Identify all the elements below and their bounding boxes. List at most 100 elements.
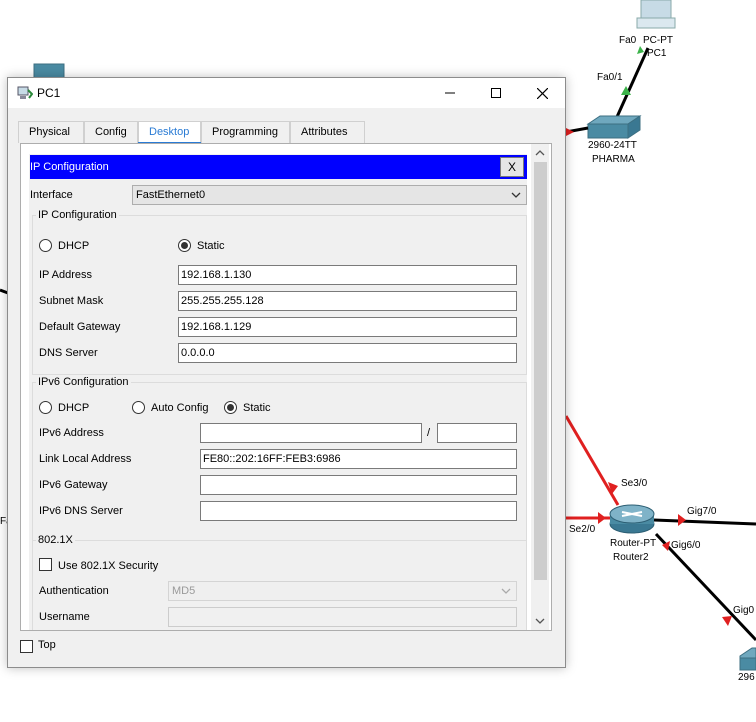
port-label-se30: Se3/0 — [621, 478, 648, 489]
authentication-select[interactable]: MD5 — [168, 581, 517, 601]
top-checkbox[interactable] — [20, 640, 33, 653]
ipv6-dns-server-input[interactable] — [200, 501, 517, 521]
tab-programming[interactable]: Programming — [201, 121, 290, 143]
tab-label: Config — [95, 126, 127, 138]
ipv4-dhcp-label: DHCP — [58, 240, 90, 252]
router-name-label: Router2 — [613, 552, 649, 563]
device-fragment-icon — [33, 63, 65, 79]
minimize-button[interactable] — [427, 78, 473, 108]
default-gateway-label: Default Gateway — [39, 321, 121, 333]
ipv6-static-radio[interactable] — [224, 401, 237, 414]
maximize-icon — [491, 88, 501, 98]
switch-name-label: PHARMA — [592, 154, 635, 165]
chevron-down-icon — [501, 588, 511, 594]
interface-label: Interface — [30, 189, 73, 201]
dns-server-input[interactable]: 0.0.0.0 — [178, 343, 517, 363]
ipv6-dhcp-label: DHCP — [58, 402, 90, 414]
ip-configuration-panel: IP Configuration X Interface FastEtherne… — [29, 154, 527, 630]
scroll-up-icon[interactable] — [535, 148, 545, 158]
ipv6-dns-server-label: IPv6 DNS Server — [39, 505, 123, 517]
ipv6-gateway-input[interactable] — [200, 475, 517, 495]
scroll-down-icon[interactable] — [535, 616, 545, 626]
tab-label: Desktop — [149, 126, 190, 138]
username-input[interactable] — [168, 607, 517, 627]
desktop-content: IP Configuration X Interface FastEtherne… — [20, 143, 552, 631]
port-label-gig0: Gig0 — [733, 605, 755, 616]
interface-select[interactable]: FastEthernet0 — [132, 185, 527, 205]
default-gateway-input[interactable]: 192.168.1.129 — [178, 317, 517, 337]
tab-label: Attributes — [301, 126, 348, 138]
subnet-mask-label: Subnet Mask — [39, 295, 104, 307]
link-light-gig7 — [678, 514, 686, 526]
link-local-address-input[interactable]: FE80::202:16FF:FEB3:6986 — [200, 449, 517, 469]
ipv4-static-radio[interactable] — [178, 239, 191, 252]
switch2-label: 296 — [738, 672, 755, 683]
workspace: Fa0 PC-PT PC1 Fa0/1 2960-24TT PHARMA Se3… — [0, 0, 756, 722]
switch-model-label: 2960-24TT — [588, 140, 637, 151]
minimize-icon — [445, 92, 455, 94]
tab-desktop[interactable]: Desktop — [138, 121, 201, 144]
prefix-separator: / — [427, 427, 431, 439]
link-light-pc — [637, 46, 644, 54]
authentication-value: MD5 — [172, 585, 196, 597]
title-bar[interactable]: PC1 — [8, 78, 565, 108]
switch-device-icon[interactable] — [586, 115, 642, 139]
switch2-device-icon[interactable] — [739, 647, 756, 671]
ipv6-gateway-label: IPv6 Gateway — [39, 479, 108, 491]
port-label-fa01: Fa0/1 — [597, 72, 623, 83]
username-label: Username — [39, 611, 90, 623]
ipv6-address-label: IPv6 Address — [39, 427, 104, 439]
use-8021x-checkbox[interactable] — [39, 558, 52, 571]
authentication-label: Authentication — [39, 585, 109, 597]
ipv4-group-title: IP Configuration — [36, 208, 119, 222]
ipv4-dhcp-radio[interactable] — [39, 239, 52, 252]
router-model-label: Router-PT — [610, 538, 657, 549]
packet-tracer-pc-icon — [17, 86, 33, 99]
link-light-switch-left — [566, 128, 574, 136]
ipv6-auto-config-radio[interactable] — [132, 401, 145, 414]
subnet-mask-input[interactable]: 255.255.255.128 — [178, 291, 517, 311]
router-device-icon[interactable] — [609, 504, 655, 534]
chevron-down-icon — [511, 192, 521, 198]
tab-physical[interactable]: Physical — [18, 121, 84, 143]
dns-server-label: DNS Server — [39, 347, 98, 359]
ipv4-static-label: Static — [197, 240, 225, 252]
link-light-gig0 — [722, 616, 732, 626]
pc-type-label: PC-PT — [643, 35, 673, 46]
window-title: PC1 — [37, 86, 61, 100]
port-label-gig60: Gig6/0 — [671, 540, 701, 551]
pc1-window: PC1 Physical Config Desktop Programming … — [7, 77, 566, 668]
dot1x-group-title: 802.1X — [36, 533, 75, 547]
close-icon — [536, 87, 548, 99]
maximize-button[interactable] — [473, 78, 519, 108]
ipv6-address-input[interactable] — [200, 423, 422, 443]
ipv6-prefix-input[interactable] — [437, 423, 517, 443]
top-label: Top — [38, 639, 56, 651]
link-local-address-label: Link Local Address — [39, 453, 132, 465]
cable-router-right — [653, 518, 756, 526]
tab-label: Physical — [29, 126, 70, 138]
ipv6-static-label: Static — [243, 402, 271, 414]
port-label-fa0: Fa0 — [619, 35, 637, 46]
close-button[interactable] — [519, 78, 565, 108]
ipv6-dhcp-radio[interactable] — [39, 401, 52, 414]
ip-configuration-header: IP Configuration X — [30, 155, 527, 179]
ip-address-label: IP Address — [39, 269, 92, 281]
port-label-gig70: Gig7/0 — [687, 506, 717, 517]
ip-configuration-header-text: IP Configuration — [30, 161, 109, 173]
use-8021x-label: Use 802.1X Security — [58, 560, 159, 572]
pc-device-icon[interactable] — [636, 0, 676, 29]
scrollbar-thumb[interactable] — [534, 162, 547, 580]
link-light-se2 — [598, 512, 606, 524]
pc-name-label: PC1 — [647, 48, 667, 59]
serial-link-se3 — [564, 415, 620, 506]
ip-configuration-close-button[interactable]: X — [500, 157, 524, 177]
ipv6-group-title: IPv6 Configuration — [36, 375, 131, 389]
tab-config[interactable]: Config — [84, 121, 138, 143]
vertical-scrollbar[interactable] — [531, 144, 549, 630]
tab-label: Programming — [212, 126, 279, 138]
ip-address-input[interactable]: 192.168.1.130 — [178, 265, 517, 285]
interface-value: FastEthernet0 — [136, 189, 206, 201]
port-label-se20: Se2/0 — [569, 524, 596, 535]
tab-attributes[interactable]: Attributes — [290, 121, 365, 143]
